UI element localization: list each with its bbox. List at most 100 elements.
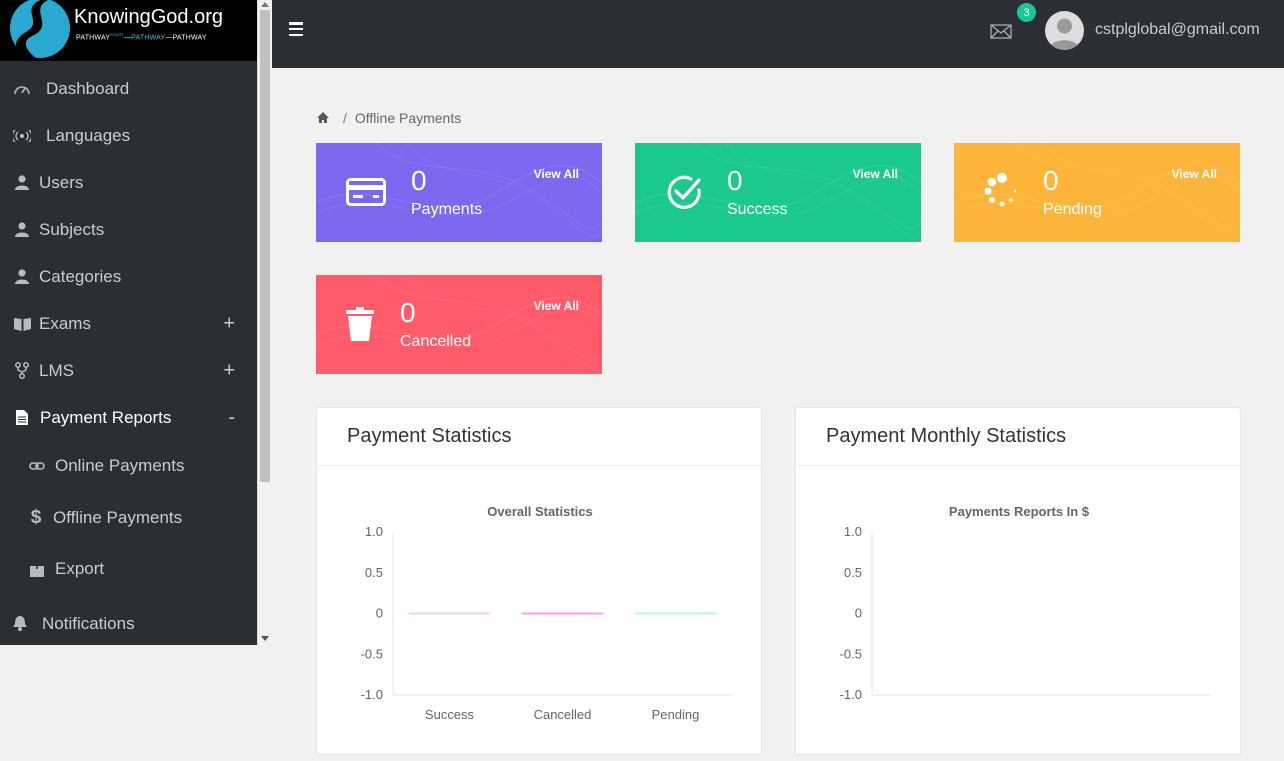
- collapse-toggle[interactable]: -: [228, 406, 235, 429]
- link-icon: [28, 457, 46, 475]
- broadcast-icon: [12, 126, 32, 146]
- card-label: Payments: [411, 201, 483, 218]
- card-label: Cancelled: [400, 333, 472, 350]
- y-tick-label: 1.0: [365, 524, 383, 539]
- scroll-up-icon[interactable]: [261, 2, 269, 7]
- view-all-link[interactable]: View All: [534, 299, 579, 313]
- scroll-down-icon[interactable]: [261, 636, 269, 641]
- payments-card: 0 Payments View All: [316, 143, 602, 242]
- sidebar-item-lms[interactable]: LMS +: [0, 347, 257, 394]
- y-tick-label: 0.5: [844, 565, 862, 580]
- bell-icon: [10, 614, 30, 634]
- menu-toggle-icon[interactable]: [289, 22, 303, 36]
- top-navbar: 3 cstplglobal@gmail.com: [272, 0, 1284, 68]
- sidebar-item-label: Dashboard: [46, 78, 130, 98]
- y-tick-label: 1.0: [844, 524, 862, 539]
- sidebar: KnowingGod.org PATHWAYSTART—PATHWAY—PATH…: [0, 0, 257, 645]
- card-value: 0: [1043, 165, 1059, 196]
- sidebar-item-label: Notifications: [42, 613, 135, 633]
- trash-icon: [346, 307, 374, 341]
- sidebar-item-subjects[interactable]: Subjects: [0, 206, 257, 253]
- overall-statistics-chart: Overall Statistics 1.0 0.5 0 -0.5 -1.0 Success…: [361, 504, 732, 722]
- panel-title: Payment Statistics: [347, 425, 512, 447]
- scrollbar-thumb[interactable]: [260, 10, 270, 482]
- sidebar-subitem-export[interactable]: Export: [0, 544, 257, 594]
- bar: [521, 612, 604, 615]
- expand-toggle[interactable]: +: [223, 312, 235, 335]
- spinner-icon: [984, 173, 1017, 207]
- fork-icon: [12, 361, 32, 381]
- credit-card-icon: [346, 178, 386, 206]
- y-tick-label: 0: [376, 606, 383, 621]
- dollar-icon: $: [30, 507, 42, 528]
- x-tick-label: Cancelled: [534, 707, 592, 722]
- sidebar-item-label: Exams: [39, 313, 91, 333]
- sidebar-item-label: Subjects: [39, 219, 105, 239]
- user-email[interactable]: cstplglobal@gmail.com: [1095, 21, 1260, 39]
- payment-monthly-statistics-panel: Payment Monthly Statistics Payments Repo…: [795, 407, 1241, 755]
- sidebar-item-dashboard[interactable]: Dashboard: [0, 65, 257, 112]
- sidebar-item-label: Categories: [39, 266, 122, 286]
- sidebar-item-label: Languages: [46, 125, 131, 145]
- home-icon[interactable]: [317, 112, 329, 124]
- sidebar-subitem-online-payments[interactable]: Online Payments: [0, 441, 257, 491]
- mail-icon[interactable]: [990, 24, 1012, 39]
- user-icon: [12, 220, 32, 240]
- brand-name: KnowingGod.org: [74, 6, 223, 28]
- sidebar-item-label: Payment Reports: [40, 407, 172, 427]
- y-tick-label: -0.5: [361, 646, 383, 661]
- breadcrumb-current: Offline Payments: [354, 110, 462, 126]
- card-value: 0: [411, 165, 427, 196]
- user-icon: [12, 267, 32, 287]
- sidebar-item-exams[interactable]: Exams +: [0, 300, 257, 347]
- bar: [408, 612, 491, 615]
- y-tick-label: 0: [855, 606, 862, 621]
- card-value: 0: [727, 165, 743, 196]
- sidebar-item-label: LMS: [39, 360, 74, 380]
- view-all-link[interactable]: View All: [534, 167, 579, 181]
- chart-title: Payments Reports In $: [949, 504, 1090, 519]
- x-tick-label: Pending: [652, 707, 700, 722]
- card-value: 0: [400, 297, 416, 328]
- sidebar-item-notifications[interactable]: Notifications: [0, 600, 257, 645]
- sidebar-subitem-label: Online Payments: [55, 456, 185, 475]
- export-icon: [28, 560, 46, 578]
- payment-statistics-panel: Payment Statistics Overall Statistics 1.0…: [316, 407, 762, 755]
- brand-logo[interactable]: KnowingGod.org PATHWAYSTART—PATHWAY—PATH…: [0, 0, 257, 61]
- y-tick-label: -1.0: [840, 687, 862, 702]
- view-all-link[interactable]: View All: [853, 167, 898, 181]
- y-tick-label: 0.5: [365, 565, 383, 580]
- check-circle-icon: [667, 175, 701, 209]
- y-tick-label: -0.5: [840, 646, 862, 661]
- bar: [634, 612, 717, 615]
- document-icon: [12, 408, 32, 428]
- sidebar-item-categories[interactable]: Categories: [0, 253, 257, 300]
- sidebar-subitem-offline-payments[interactable]: $ Offline Payments: [0, 493, 257, 543]
- dashboard-icon: [12, 79, 32, 99]
- x-tick-label: Success: [425, 707, 475, 722]
- breadcrumb: / Offline Payments: [317, 110, 461, 126]
- notification-badge: 3: [1017, 3, 1036, 22]
- payments-reports-chart: Payments Reports In $ 1.0 0.5 0 -0.5 -1.0: [840, 504, 1211, 702]
- cancelled-card: 0 Cancelled View All: [316, 275, 602, 374]
- sidebar-item-payment-reports[interactable]: Payment Reports -: [0, 394, 257, 441]
- user-icon: [12, 173, 32, 193]
- sidebar-item-label: Users: [39, 172, 84, 192]
- sidebar-scrollbar[interactable]: [257, 0, 272, 645]
- breadcrumb-separator: /: [343, 110, 347, 126]
- y-tick-label: -1.0: [361, 687, 383, 702]
- logo-mark-icon: [10, 0, 70, 58]
- sidebar-subitem-label: Export: [55, 559, 105, 578]
- view-all-link[interactable]: View All: [1172, 167, 1217, 181]
- card-label: Success: [727, 201, 788, 218]
- sidebar-subitem-label: Offline Payments: [53, 508, 183, 527]
- brand-tagline: PATHWAYSTART—PATHWAY—PATHWAY: [76, 32, 207, 42]
- chart-title: Overall Statistics: [487, 504, 593, 519]
- sidebar-item-users[interactable]: Users: [0, 159, 257, 206]
- card-label: Pending: [1043, 201, 1102, 218]
- expand-toggle[interactable]: +: [223, 359, 235, 382]
- pending-card: 0 Pending View All: [954, 143, 1240, 242]
- book-icon: [12, 314, 32, 334]
- sidebar-item-languages[interactable]: Languages: [0, 112, 257, 159]
- avatar[interactable]: [1045, 11, 1084, 50]
